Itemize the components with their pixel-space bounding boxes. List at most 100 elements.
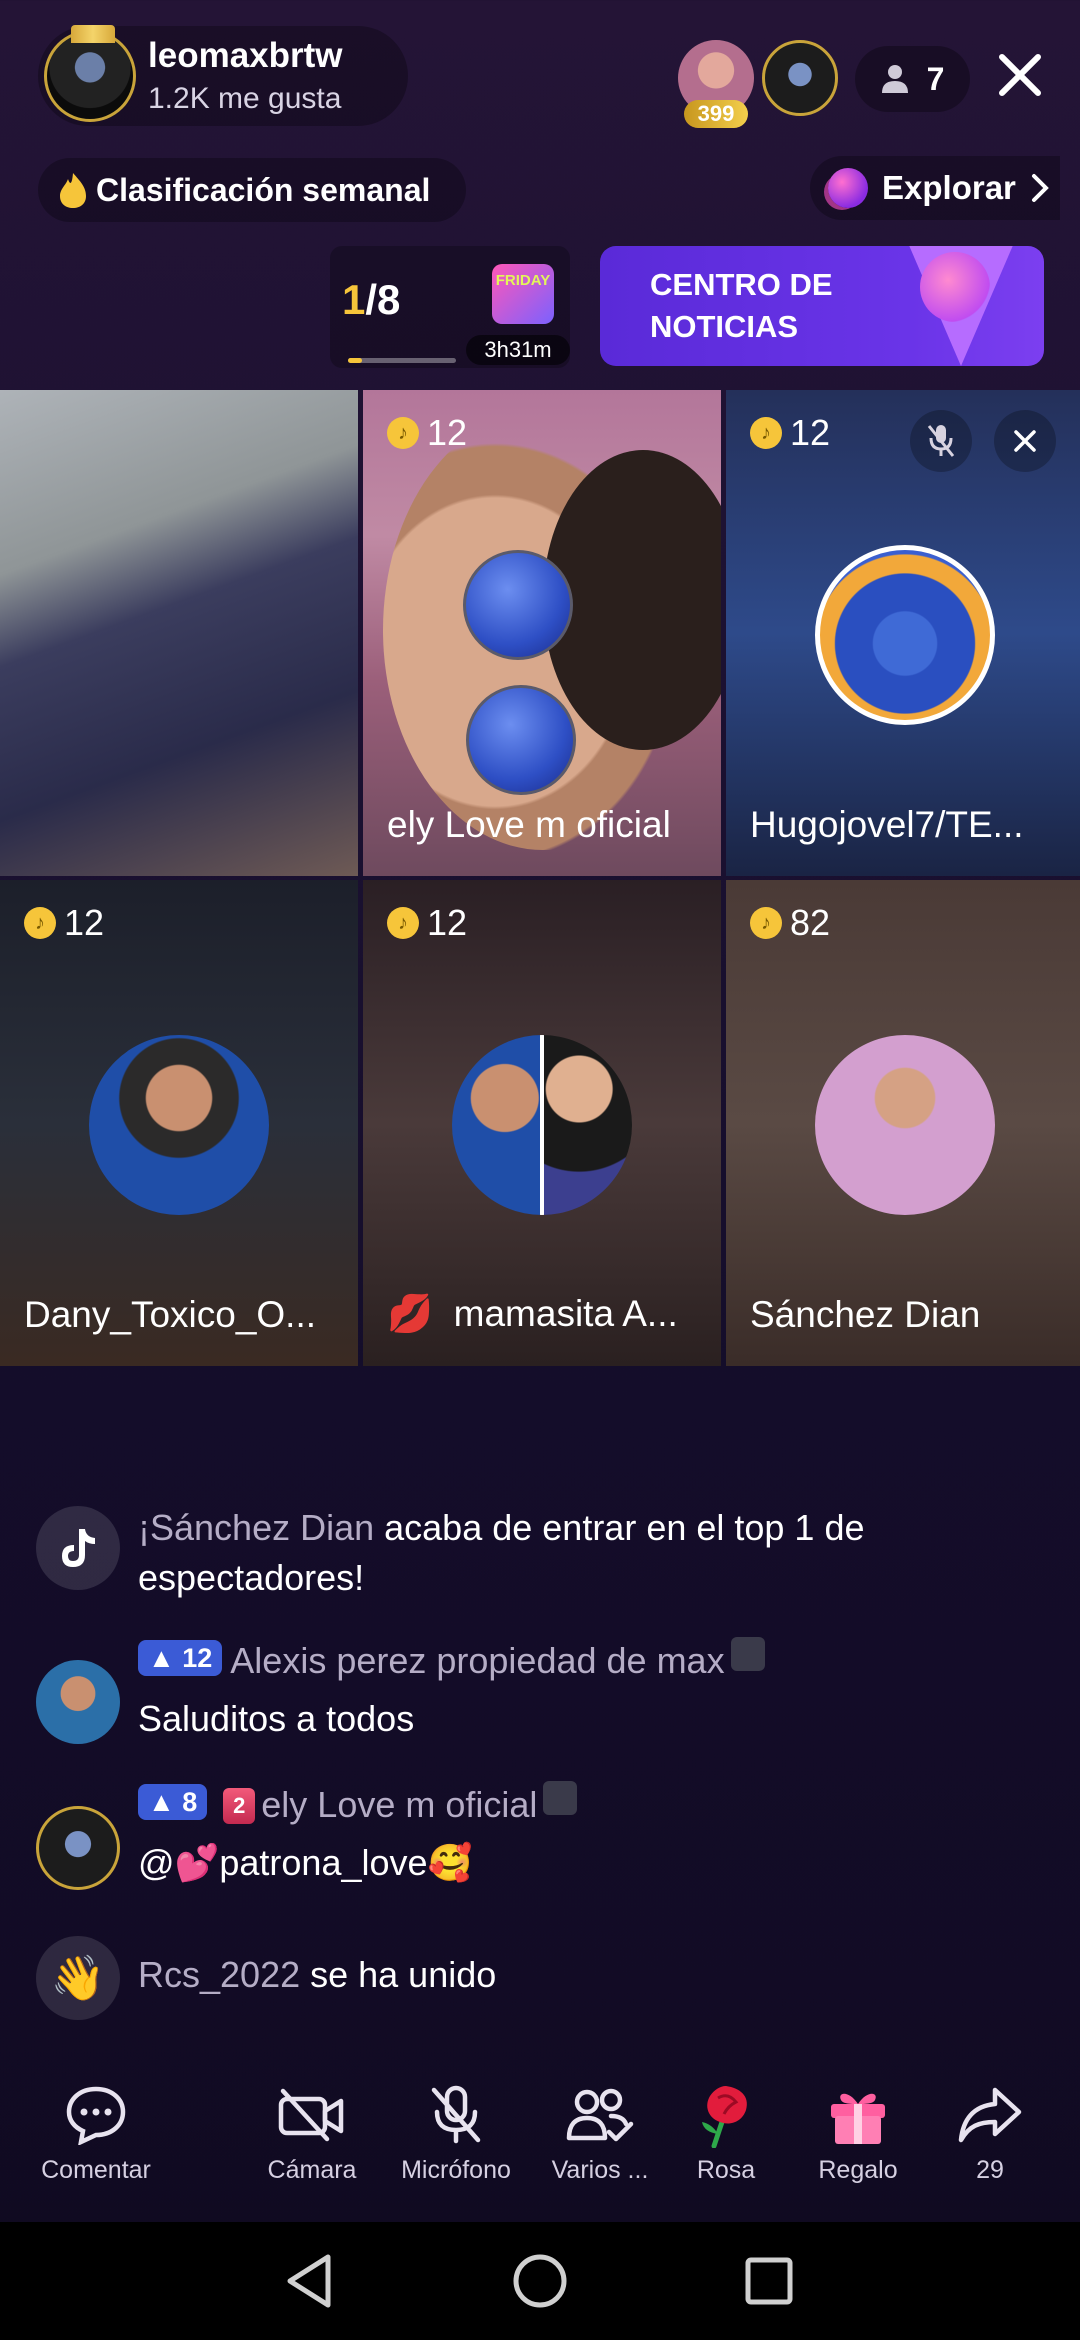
- guest-avatar: [815, 1035, 995, 1215]
- host-info: leomaxbrtw 1.2K me gusta: [148, 36, 343, 116]
- weekly-ranking-button[interactable]: Clasificación semanal: [38, 158, 466, 222]
- mute-mic-button[interactable]: [910, 410, 972, 472]
- top-viewer-avatar[interactable]: [762, 40, 838, 116]
- chevron-right-icon: [1031, 174, 1049, 202]
- guest-avatar-pair: [452, 1035, 632, 1215]
- share-count: 29: [976, 2156, 1004, 2184]
- chat-text: ▲ 12 Alexis perez propiedad de max Salud…: [138, 1636, 1038, 1744]
- coin-count: 12: [427, 412, 468, 453]
- news-center-banner[interactable]: CENTRO DE NOTICIAS: [600, 246, 1044, 366]
- pager-progress: [348, 358, 456, 363]
- sunglasses-lens: [463, 550, 573, 660]
- coin-badge: ♪ 12: [24, 902, 104, 944]
- follower-icon: [543, 1781, 578, 1815]
- guest-grid: ♪ 12 ely Love m oficial ♪ 12 Hugojovel7/…: [0, 390, 1080, 1366]
- coin-badge: ♪ 82: [750, 902, 830, 944]
- comment-icon: [66, 2086, 126, 2145]
- mic-off-icon: [431, 2085, 481, 2144]
- chat-username[interactable]: ely Love m oficial: [261, 1784, 537, 1825]
- guest-tile[interactable]: ♪ 12 💋 mamasita A...: [363, 880, 721, 1366]
- level-badge: ▲ 8: [138, 1784, 208, 1820]
- comment-button[interactable]: Comentar: [26, 2080, 166, 2185]
- camera-button[interactable]: Cámara: [242, 2080, 382, 2185]
- rank-badge: 2: [223, 1788, 256, 1824]
- chat-username[interactable]: ¡Sánchez Dian: [138, 1507, 374, 1548]
- system-nav-bar: [0, 2222, 1080, 2340]
- guest-name: Sánchez Dian: [750, 1294, 981, 1335]
- top-viewer-avatar[interactable]: 399: [678, 40, 754, 128]
- multi-guest-label: Varios ...: [551, 2156, 649, 2184]
- gift-icon: [831, 2093, 885, 2144]
- guest-name: Hugojovel7/TE...: [750, 804, 1024, 845]
- top-viewers: 399: [678, 40, 838, 128]
- level-badge: ▲ 12: [138, 1640, 223, 1676]
- pager-current: 1: [342, 276, 366, 323]
- coin-icon: ♪: [387, 907, 419, 939]
- host-likes: 1.2K me gusta: [148, 82, 342, 115]
- viewer-count-button[interactable]: 7: [855, 46, 970, 112]
- friday-event-badge[interactable]: FRIDAY: [492, 264, 554, 324]
- level-number: 8: [182, 1787, 198, 1817]
- coin-icon: ♪: [24, 907, 56, 939]
- microphone-label: Micrófono: [401, 2156, 511, 2184]
- rose-icon: [702, 2086, 747, 2148]
- guest-avatar: [544, 1035, 632, 1215]
- guest-name: mamasita A...: [453, 1293, 678, 1334]
- chat-body: @💕patrona_love🥰: [138, 1842, 473, 1883]
- sunglasses-lens: [466, 685, 576, 795]
- host-avatar[interactable]: [44, 25, 136, 122]
- wave-hand-icon: 👋: [36, 1936, 120, 2020]
- chat-text: ▲ 8 2 ely Love m oficial @💕patrona_love🥰: [138, 1780, 1038, 1888]
- guest-tile[interactable]: ♪ 12 Dany_Toxico_O...: [0, 880, 358, 1366]
- gift-label: Regalo: [818, 2156, 898, 2184]
- guest-avatar: [89, 1035, 269, 1215]
- back-button[interactable]: [274, 2246, 344, 2316]
- chat-username[interactable]: Rcs_2022: [138, 1954, 300, 1995]
- pager-total: /8: [365, 276, 401, 323]
- close-icon: [1014, 430, 1036, 452]
- close-button[interactable]: [985, 40, 1055, 110]
- multi-guest-button[interactable]: Varios ...: [530, 2080, 670, 2185]
- share-arrow-icon: [958, 2087, 1022, 2143]
- share-button[interactable]: 29: [920, 2080, 1060, 2185]
- pager-counter: 1/8: [342, 276, 400, 324]
- recents-button[interactable]: [734, 2246, 804, 2316]
- host-profile[interactable]: leomaxbrtw 1.2K me gusta: [38, 25, 408, 126]
- remove-guest-button[interactable]: [994, 410, 1056, 472]
- guest-name-row: 💋 mamasita A...: [387, 1293, 707, 1336]
- coin-count: 12: [790, 412, 831, 453]
- home-button[interactable]: [505, 2246, 575, 2316]
- chat-text: ¡Sánchez Dian acaba de entrar en el top …: [138, 1503, 1038, 1603]
- action-bar: Comentar Cámara Micrófono Varios ... Ros…: [0, 2066, 1080, 2216]
- users-check-icon: [566, 2088, 634, 2142]
- rose-gift-button[interactable]: Rosa: [656, 2080, 796, 2185]
- news-center-label: CENTRO DE NOTICIAS: [650, 267, 833, 344]
- gift-button[interactable]: Regalo: [788, 2080, 928, 2185]
- explore-button[interactable]: Explorar: [810, 156, 1060, 220]
- chat-username[interactable]: Alexis perez propiedad de max: [230, 1640, 724, 1681]
- chat-text: Rcs_2022 se ha unido: [138, 1950, 1038, 2000]
- coin-icon: ♪: [387, 417, 419, 449]
- lips-icon: 💋: [387, 1293, 434, 1334]
- news-decoration: [920, 252, 990, 322]
- home-circle-icon: [513, 2254, 567, 2308]
- level-number: 12: [182, 1643, 213, 1673]
- event-timer: 3h31m: [466, 335, 570, 365]
- chat-avatar[interactable]: [36, 1660, 120, 1744]
- back-triangle-icon: [287, 2254, 331, 2308]
- coin-count: 82: [790, 902, 831, 943]
- close-icon: [999, 54, 1041, 96]
- guest-tile[interactable]: ♪ 12 ely Love m oficial: [363, 390, 721, 876]
- coin-icon: ♪: [750, 417, 782, 449]
- rose-label: Rosa: [696, 2156, 756, 2184]
- guest-tile[interactable]: ♪ 82 Sánchez Dian: [726, 880, 1080, 1366]
- coin-count: 12: [427, 902, 468, 943]
- planet-icon: [828, 168, 868, 208]
- person-icon: [881, 65, 908, 93]
- guest-name: Dany_Toxico_O...: [24, 1294, 317, 1335]
- coin-badge: ♪ 12: [387, 902, 467, 944]
- tiktok-icon: [36, 1506, 120, 1590]
- chat-avatar[interactable]: [36, 1806, 120, 1890]
- guest-tile-host-video[interactable]: [0, 390, 358, 876]
- microphone-button[interactable]: Micrófono: [386, 2080, 526, 2185]
